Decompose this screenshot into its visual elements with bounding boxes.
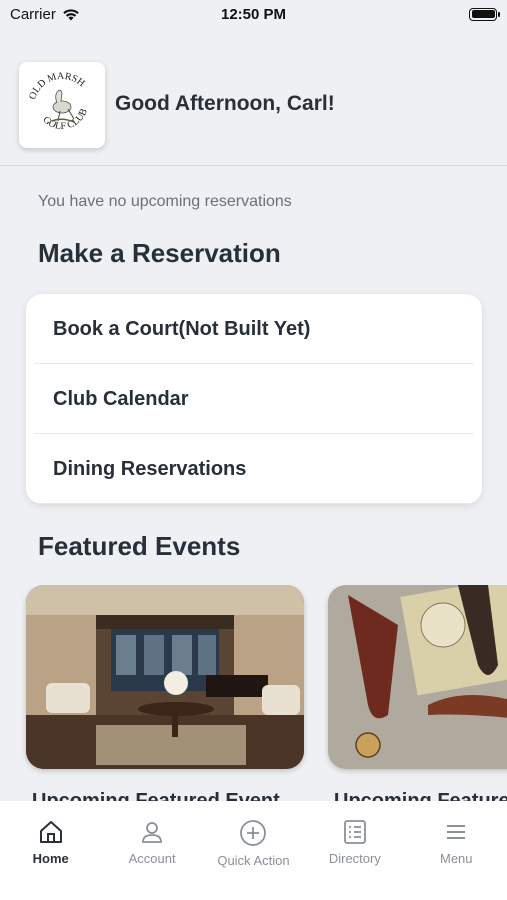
reservation-options-card: Book a Court(Not Built Yet) Club Calenda… (26, 294, 482, 504)
event-caption: Upcoming Featured Event (32, 790, 280, 801)
account-icon (142, 822, 162, 843)
book-court-item[interactable]: Book a Court(Not Built Yet) (26, 294, 482, 364)
event-image-lounge[interactable] (26, 585, 304, 769)
menu-icon (447, 825, 466, 839)
status-time: 12:50 PM (220, 5, 287, 23)
tab-menu[interactable]: Menu (406, 819, 506, 900)
event-image-golf-vintage[interactable] (328, 585, 507, 769)
tab-home[interactable]: Home (1, 819, 101, 900)
featured-events-title: Featured Events (38, 531, 241, 561)
tab-directory[interactable]: Directory (305, 819, 405, 900)
bottom-tab-bar: Home Account Quick Action Directory Menu (0, 801, 507, 900)
tab-account-label: Account (128, 851, 176, 866)
tab-directory-label: Directory (328, 851, 381, 866)
event-caption: Upcoming Featured Event (334, 790, 507, 801)
no-reservations-text: You have no upcoming reservations (38, 193, 292, 210)
dining-reservations-item[interactable]: Dining Reservations (26, 434, 482, 504)
status-left: Carrier (10, 6, 80, 23)
make-reservation-title: Make a Reservation (38, 238, 281, 268)
golf-vintage-illustration (328, 585, 507, 769)
home-icon (39, 821, 62, 843)
tab-account[interactable]: Account (102, 819, 202, 900)
tab-quick-action[interactable]: Quick Action (203, 819, 303, 900)
tab-quick-action-label: Quick Action (217, 853, 290, 868)
greeting-text: Good Afternoon, Carl! (115, 92, 335, 115)
wifi-icon (63, 8, 79, 20)
status-bar: Carrier 12:50 PM (0, 0, 507, 28)
header: OLD MARSH GOLF CLUB Good Afternoon, Carl… (0, 56, 507, 166)
tab-menu-label: Menu (439, 851, 473, 866)
club-calendar-item[interactable]: Club Calendar (26, 364, 482, 434)
carrier-label: Carrier (10, 5, 56, 23)
club-logo: OLD MARSH GOLF CLUB (19, 62, 105, 148)
directory-icon (343, 820, 366, 844)
club-logo-emblem: OLD MARSH GOLF CLUB (27, 71, 90, 132)
battery-icon (469, 7, 500, 21)
tab-home-label: Home (32, 851, 69, 866)
featured-events-carousel[interactable]: Upcoming Featured Event Upcoming Feature… (0, 585, 507, 801)
plus-circle-icon (240, 820, 267, 846)
lounge-illustration (26, 585, 304, 769)
